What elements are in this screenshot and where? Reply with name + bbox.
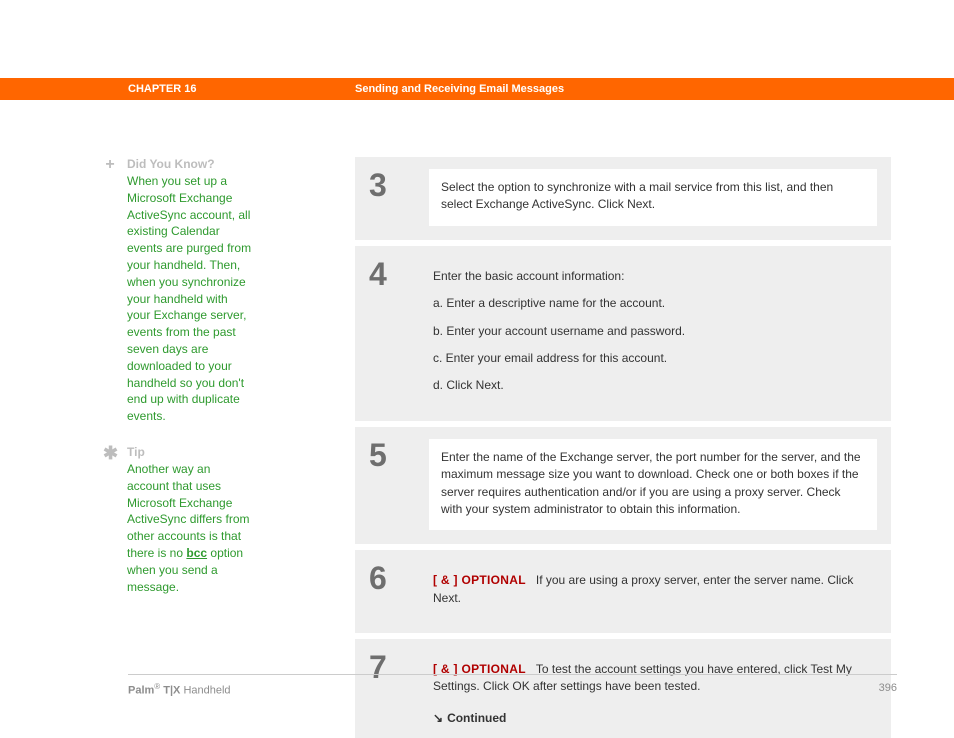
footer: Palm® T|X Handheld 396 [128, 682, 897, 697]
step-6: 6 [ & ] OPTIONAL If you are using a prox… [355, 550, 891, 633]
step-5-text: Enter the name of the Exchange server, t… [441, 449, 865, 519]
step-6-text: [ & ] OPTIONAL If you are using a proxy … [433, 572, 871, 607]
chapter-header-bar: CHAPTER 16 Sending and Receiving Email M… [0, 78, 954, 100]
step-3: 3 Select the option to synchronize with … [355, 157, 891, 240]
footer-page-number: 396 [879, 682, 897, 697]
asterisk-icon: ✱ [103, 444, 117, 462]
tip-block: ✱ Tip Another way an account that uses M… [103, 445, 313, 595]
step-number-4: 4 [369, 258, 429, 407]
continued-label: Continued [447, 711, 506, 725]
tip-body: Another way an account that uses Microso… [127, 461, 252, 595]
plus-icon: + [103, 157, 117, 173]
tip-heading: Tip [127, 445, 313, 459]
bcc-link[interactable]: bcc [186, 546, 207, 560]
step-6-body: [ & ] OPTIONAL If you are using a proxy … [429, 562, 877, 619]
step-4-d: d. Click Next. [433, 377, 871, 394]
step-4: 4 Enter the basic account information: a… [355, 246, 891, 421]
step-4-a: a. Enter a descriptive name for the acco… [433, 295, 871, 312]
step-5-body: Enter the name of the Exchange server, t… [429, 439, 877, 531]
step-number-3: 3 [369, 169, 429, 226]
step-3-text: Select the option to synchronize with a … [441, 179, 865, 214]
step-number-6: 6 [369, 562, 429, 619]
did-you-know-body: When you set up a Microsoft Exchange Act… [127, 173, 252, 425]
step-4-sublist: a. Enter a descriptive name for the acco… [433, 295, 871, 395]
step-4-body: Enter the basic account information: a. … [429, 258, 877, 407]
continued-line: ↘ Continued [433, 710, 871, 727]
chapter-label: CHAPTER 16 [128, 83, 196, 95]
step-5: 5 Enter the name of the Exchange server,… [355, 427, 891, 545]
footer-brand: Palm® T|X Handheld [128, 682, 231, 697]
step-4-c: c. Enter your email address for this acc… [433, 350, 871, 367]
footer-brand-tail: Handheld [183, 685, 230, 697]
sidebar: + Did You Know? When you set up a Micros… [103, 157, 313, 615]
steps-column: 3 Select the option to synchronize with … [355, 157, 891, 738]
footer-brand-model: T|X [160, 685, 183, 697]
step-number-5: 5 [369, 439, 429, 531]
chapter-title: Sending and Receiving Email Messages [355, 83, 564, 95]
step-3-body: Select the option to synchronize with a … [429, 169, 877, 226]
page: CHAPTER 16 Sending and Receiving Email M… [0, 0, 954, 738]
footer-brand-bold: Palm [128, 685, 154, 697]
footer-rule [128, 674, 897, 675]
optional-tag-6: [ & ] OPTIONAL [433, 573, 526, 587]
did-you-know-heading: Did You Know? [127, 157, 313, 171]
step-4-intro: Enter the basic account information: [433, 268, 871, 285]
did-you-know-block: + Did You Know? When you set up a Micros… [103, 157, 313, 425]
step-4-b: b. Enter your account username and passw… [433, 323, 871, 340]
continued-arrow-icon: ↘ [433, 710, 443, 727]
